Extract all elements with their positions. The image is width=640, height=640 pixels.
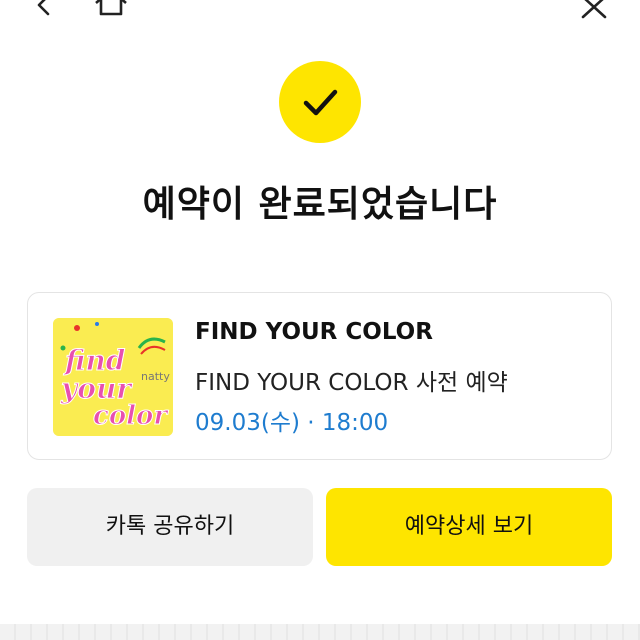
star-decoration [74, 325, 80, 331]
chevron-left-icon[interactable] [30, 0, 58, 22]
bottom-divider [0, 624, 640, 640]
home-icon[interactable] [92, 0, 130, 22]
completion-title: 예약이 완료되었습니다 [142, 184, 498, 225]
top-navigation-bar [0, 0, 640, 26]
event-subtitle: FIND YOUR COLOR 사전 예약 [195, 370, 508, 396]
check-icon [303, 89, 338, 116]
success-check-badge [279, 61, 361, 143]
star-decoration [95, 322, 99, 326]
view-reservation-detail-button[interactable]: 예약상세 보기 [326, 488, 612, 566]
event-thumbnail: find your color natty [53, 318, 173, 436]
close-icon[interactable] [578, 0, 610, 22]
thumbnail-side-text: natty [141, 370, 170, 383]
event-datetime: 09.03(수) · 18:00 [195, 410, 389, 436]
thumbnail-word-3: color [93, 401, 169, 431]
reservation-card[interactable]: find your color natty FIND YOUR COLOR FI… [27, 292, 612, 460]
kakaotalk-share-button[interactable]: 카톡 공유하기 [27, 488, 313, 566]
event-title: FIND YOUR COLOR [195, 319, 433, 345]
